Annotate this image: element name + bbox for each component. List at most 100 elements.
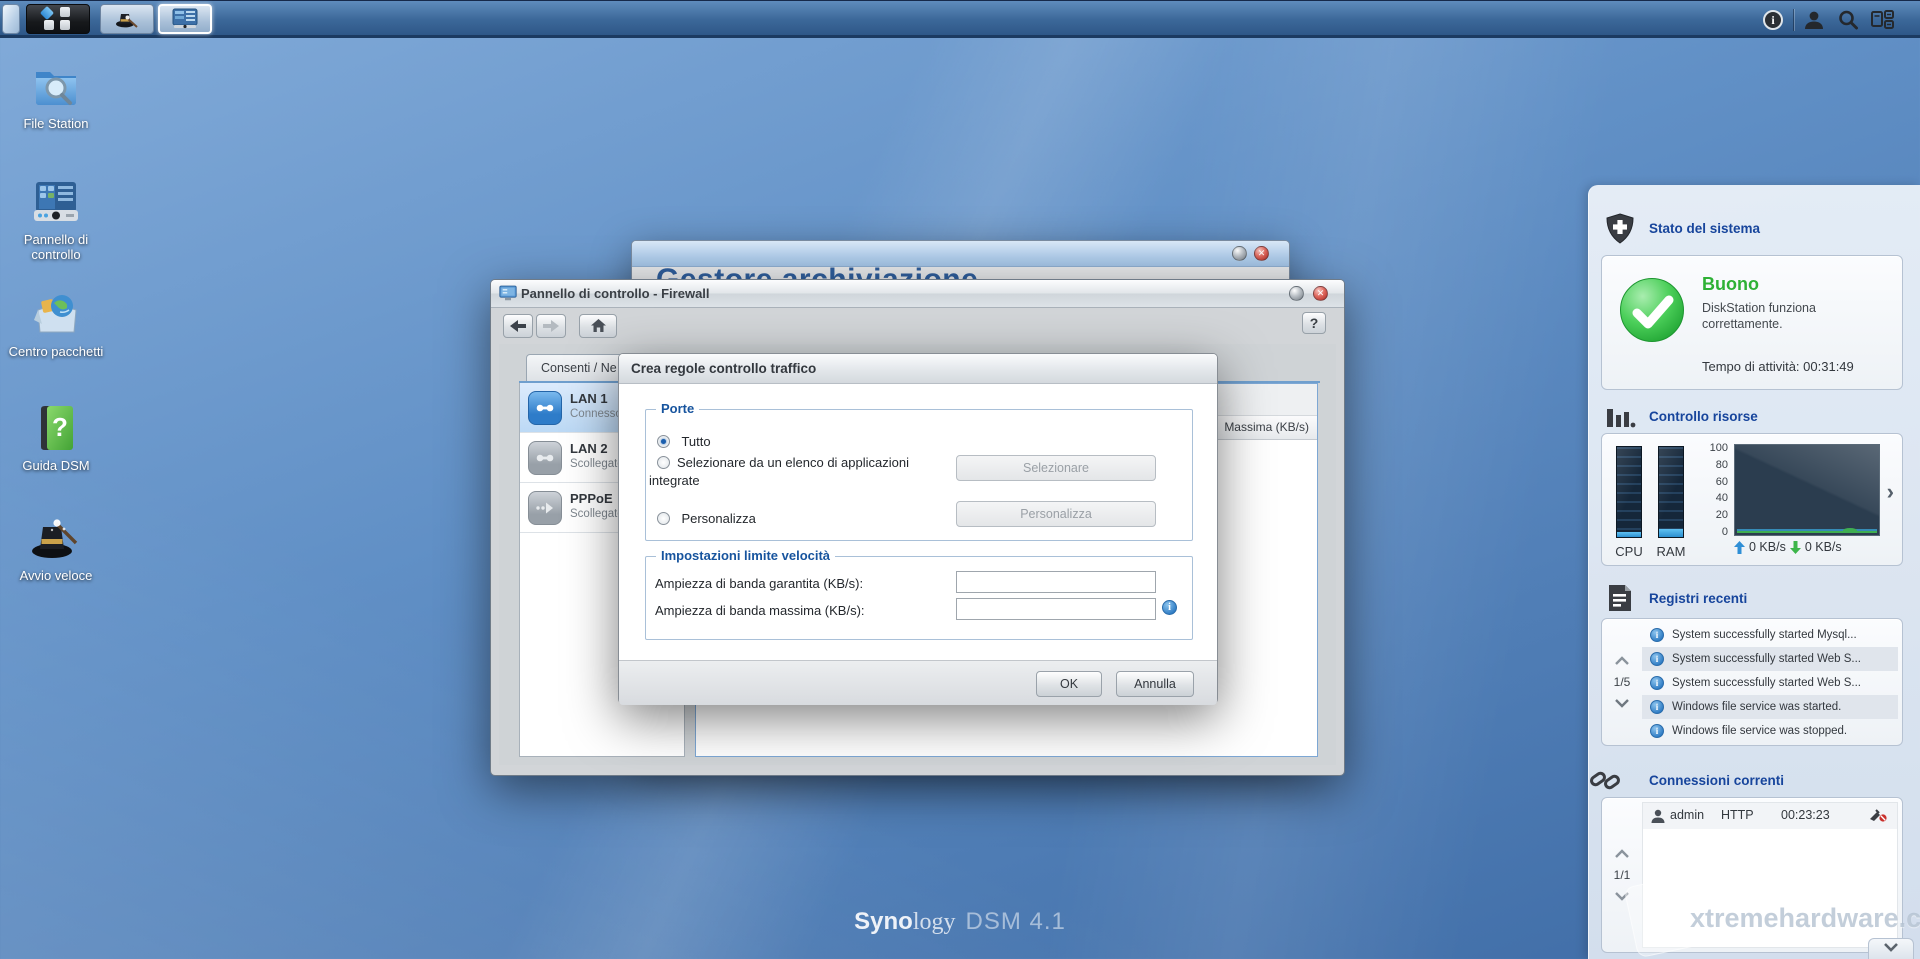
minimize-button[interactable] [1289, 286, 1304, 301]
dialog-title: Crea regole controllo traffico [631, 361, 817, 376]
log-info-icon: i [1650, 676, 1664, 690]
radio-all[interactable] [657, 435, 670, 448]
tab-label: Consenti / Ne [541, 361, 617, 375]
cpu-gauge [1616, 446, 1642, 538]
cancel-label: Annulla [1134, 677, 1176, 691]
radio-custom[interactable] [657, 512, 670, 525]
pilot-view-icon[interactable] [1865, 7, 1899, 33]
chevron-down-icon [1884, 943, 1898, 952]
forward-button[interactable] [536, 314, 566, 338]
max-bandwidth-label: Ampiezza di banda massima (KB/s): [655, 603, 865, 618]
close-button[interactable]: ✕ [1254, 246, 1269, 261]
max-bandwidth-input[interactable] [956, 598, 1156, 620]
customize-ports-button[interactable]: Personalizza [956, 501, 1156, 527]
watermark-text: xtremehardware.com [1690, 903, 1920, 933]
radio-all-label: Tutto [681, 434, 711, 449]
uptime-text: Tempo di attività: 00:31:49 [1702, 359, 1854, 374]
help-button[interactable]: ? [1302, 312, 1326, 334]
connection-time: 00:23:23 [1781, 808, 1830, 822]
upload-arrow-icon [1734, 540, 1745, 554]
desktop-icon-file-station[interactable]: File Station [6, 60, 106, 131]
dsm-version: DSM 4.1 [965, 908, 1066, 935]
home-button[interactable] [579, 314, 617, 338]
lan-disconnected-icon [528, 441, 562, 475]
resource-chart-icon [1607, 409, 1636, 428]
log-entries: i System successfully started Mysql... iS… [1642, 623, 1898, 741]
window-title: Pannello di controllo - Firewall [521, 286, 710, 301]
pager-up-icon[interactable] [1615, 656, 1629, 665]
control-panel-window-icon [172, 8, 198, 29]
taskbar-quick-start-button[interactable] [100, 4, 154, 34]
radio-option-list[interactable]: Selezionare da un elenco di applicazioni… [649, 454, 959, 490]
interface-name: LAN 2 [570, 441, 608, 456]
radio-option-all[interactable]: Tutto [657, 433, 711, 451]
disconnect-icon[interactable] [1869, 809, 1887, 823]
log-entry: i System successfully started Web S... [1642, 647, 1898, 671]
limits-legend: Impostazioni limite velocità [656, 548, 836, 563]
pppoe-icon [528, 491, 562, 525]
desktop-icon-label: Avvio veloce [19, 568, 93, 583]
radio-custom-label: Personalizza [681, 511, 756, 526]
bandwidth-info-icon[interactable]: i [1162, 600, 1177, 615]
connections-page-indicator: 1/1 [1613, 868, 1631, 882]
resource-detail-chevron[interactable]: › [1887, 481, 1894, 503]
dsm-brand: Synology DSM 4.1 [854, 908, 1066, 936]
desktop-icon-package-center[interactable]: Centro pacchetti [6, 288, 106, 359]
log-info-icon: i [1650, 700, 1664, 714]
search-icon[interactable] [1831, 7, 1865, 33]
select-apps-button[interactable]: Selezionare [956, 455, 1156, 481]
desktop-icon-dsm-help[interactable]: ? Guida DSM [6, 402, 106, 473]
interface-status: Scollegato [570, 508, 624, 520]
radio-option-custom[interactable]: Personalizza [657, 510, 756, 528]
show-desktop-button[interactable] [2, 4, 20, 34]
back-arrow-icon [510, 320, 526, 332]
brand-bold: Syno [854, 908, 913, 935]
log-info-icon: i [1650, 724, 1664, 738]
cpu-label: CPU [1615, 544, 1643, 559]
desktop-icon-control-panel[interactable]: Pannello di controllo [6, 176, 106, 262]
taskbar-separator [1793, 9, 1794, 31]
ok-button[interactable]: OK [1036, 671, 1102, 697]
radio-select-list[interactable] [657, 456, 670, 469]
close-button[interactable]: ✕ [1313, 286, 1328, 301]
logs-page-indicator: 1/5 [1613, 675, 1631, 689]
forward-arrow-icon [543, 320, 559, 332]
main-menu-icon [39, 5, 76, 31]
main-menu-button[interactable] [26, 4, 90, 34]
widget-title-recent-logs: Registri recenti [1649, 591, 1748, 606]
info-icon[interactable]: i [1756, 7, 1790, 33]
taskbar-control-panel-button[interactable] [158, 4, 212, 34]
desktop-icon-label: File Station [23, 116, 89, 131]
logs-pager: 1/5 [1602, 619, 1642, 745]
pager-up-icon[interactable] [1615, 849, 1629, 858]
cancel-button[interactable]: Annulla [1116, 671, 1194, 697]
widget-panel: Stato del sistema Buono DiskStation funz… [1588, 185, 1920, 959]
magic-hat-icon [116, 14, 138, 28]
column-header-label: Massima (KB/s) [1224, 420, 1309, 434]
ram-label: RAM [1656, 544, 1686, 559]
ports-legend: Porte [656, 401, 700, 416]
firewall-toolbar: ? [491, 308, 1344, 344]
home-icon [590, 319, 606, 332]
user-icon [1651, 809, 1665, 823]
link-icon [1590, 771, 1620, 790]
pager-down-icon[interactable] [1615, 699, 1629, 708]
connection-protocol: HTTP [1721, 808, 1754, 822]
minimize-button[interactable] [1232, 246, 1247, 261]
guaranteed-bandwidth-label: Ampiezza di banda garantita (KB/s): [655, 576, 864, 591]
back-button[interactable] [503, 314, 533, 338]
guaranteed-bandwidth-input[interactable] [956, 571, 1156, 593]
log-entry: i System successfully started Mysql... [1642, 623, 1898, 647]
ram-gauge [1658, 446, 1684, 538]
download-rate: 0 KB/s [1804, 540, 1842, 554]
radio-list-label: Selezionare da un elenco di applicazioni… [649, 455, 909, 488]
status-value: Buono [1702, 274, 1759, 294]
package-center-icon [6, 288, 106, 340]
desktop-icon-quick-start[interactable]: Avvio veloce [6, 512, 106, 583]
interface-name: PPPoE [570, 491, 613, 506]
widget-panel-collapse-button[interactable] [1868, 938, 1914, 959]
status-detail: DiskStation funziona correttamente. [1702, 301, 1816, 331]
firewall-window-titlebar: Pannello di controllo - Firewall ✕ [491, 280, 1344, 308]
user-icon[interactable] [1797, 7, 1831, 33]
file-station-icon [6, 60, 106, 112]
